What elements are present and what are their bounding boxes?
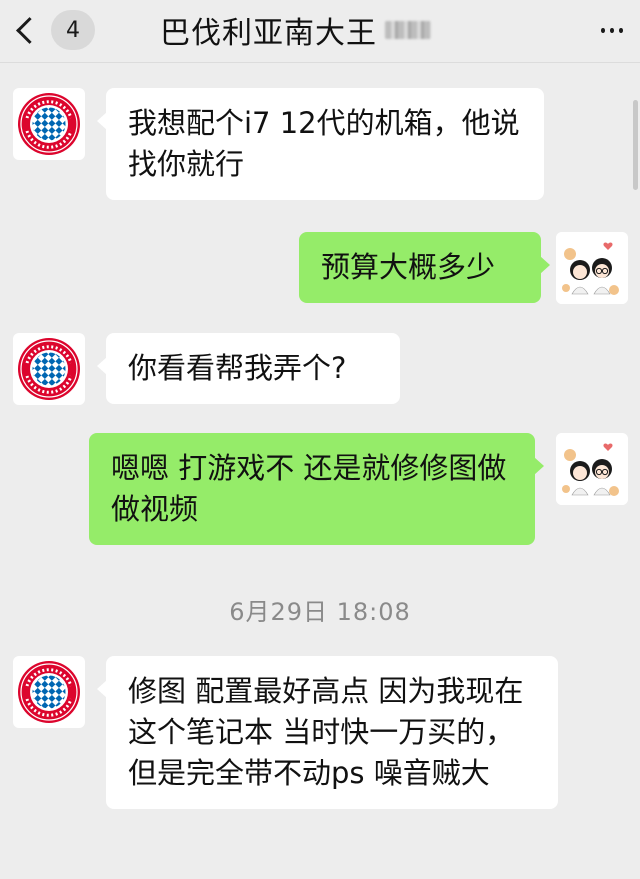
back-button[interactable]: 4 <box>12 10 102 50</box>
message-bubble-outgoing[interactable]: 嗯嗯 打游戏不 还是就修修图做做视频 <box>89 433 544 545</box>
chat-header: 4 巴伐利亚南大王 <box>0 0 640 63</box>
message-timestamp: 6月29日 18:08 <box>229 598 411 626</box>
more-dot-icon <box>619 27 624 33</box>
fc-bayern-logo-icon <box>18 93 80 155</box>
scrollbar[interactable] <box>633 100 638 190</box>
couple-cartoon-avatar-icon <box>556 433 628 505</box>
contact-avatar[interactable] <box>13 656 85 728</box>
unread-count-badge: 4 <box>51 10 95 50</box>
fc-bayern-logo-icon <box>18 661 80 723</box>
more-dot-icon <box>600 27 605 33</box>
blurred-title-suffix <box>385 21 431 39</box>
self-avatar[interactable] <box>556 232 628 304</box>
contact-avatar[interactable] <box>13 88 85 160</box>
self-avatar[interactable] <box>556 433 628 505</box>
more-options-button[interactable] <box>598 16 626 44</box>
message-bubble-incoming[interactable]: 你看看帮我弄个? <box>97 333 400 404</box>
chat-title: 巴伐利亚南大王 <box>160 16 377 51</box>
more-dot-icon <box>609 27 615 33</box>
message-bubble-outgoing[interactable]: 预算大概多少 <box>299 232 550 303</box>
chevron-left-icon <box>16 16 43 44</box>
chat-title-wrap: 巴伐利亚南大王 <box>160 8 431 52</box>
message-bubble-incoming[interactable]: 修图 配置最好高点 因为我现在这个笔记本 当时快一万买的，但是完全带不动ps 噪… <box>97 656 558 809</box>
contact-avatar[interactable] <box>13 333 85 405</box>
message-bubble-incoming[interactable]: 我想配个i7 12代的机箱，他说找你就行 <box>97 88 544 200</box>
fc-bayern-logo-icon <box>18 338 80 400</box>
couple-cartoon-avatar-icon <box>556 232 628 304</box>
